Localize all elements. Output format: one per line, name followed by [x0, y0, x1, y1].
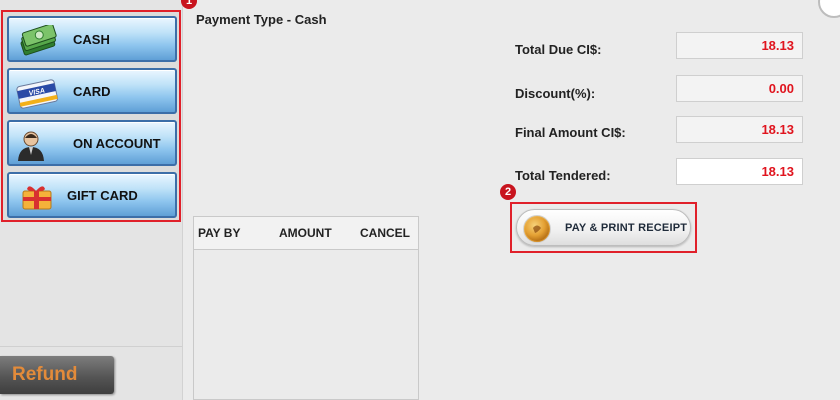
gift-card-icon — [22, 186, 52, 210]
person-icon — [18, 131, 44, 161]
discount-field[interactable]: 0.00 — [676, 75, 803, 102]
card-label: CARD — [73, 83, 111, 99]
pay-print-label: PAY & PRINT RECEIPT — [565, 221, 688, 234]
on-account-label: ON ACCOUNT — [73, 135, 161, 151]
col-amount: AMOUNT — [279, 226, 332, 240]
coin-icon — [523, 215, 551, 243]
total-tendered-field[interactable]: 18.13 — [676, 158, 803, 185]
step-badge-2: 2 — [500, 184, 516, 200]
final-amount-field: 18.13 — [676, 116, 803, 143]
payment-type-heading: Payment Type - Cash — [196, 12, 327, 27]
cash-icon — [20, 25, 57, 56]
total-tendered-label: Total Tendered: — [515, 168, 611, 183]
gift-card-button[interactable]: GIFT CARD — [7, 172, 177, 218]
credit-card-icon: VISA — [16, 79, 59, 109]
pay-print-highlight: PAY & PRINT RECEIPT — [510, 202, 697, 253]
payment-sidebar: CASH VISA CARD ON ACCOUNT GIFT CARD Refu… — [0, 0, 183, 400]
payments-table: PAY BY AMOUNT CANCEL — [193, 216, 419, 400]
discount-label: Discount(%): — [515, 86, 596, 101]
refund-button[interactable]: Refund — [0, 356, 114, 394]
corner-button[interactable] — [818, 0, 840, 18]
total-due-label: Total Due CI$: — [515, 42, 602, 57]
col-pay-by: PAY BY — [198, 226, 241, 240]
on-account-button[interactable]: ON ACCOUNT — [7, 120, 177, 166]
total-due-field: 18.13 — [676, 32, 803, 59]
col-cancel: CANCEL — [360, 226, 410, 240]
payment-methods-group: CASH VISA CARD ON ACCOUNT GIFT CARD — [1, 10, 181, 222]
cash-label: CASH — [73, 31, 110, 47]
payments-table-header: PAY BY AMOUNT CANCEL — [194, 217, 418, 250]
step-badge-1: 1 — [181, 0, 197, 9]
pay-print-receipt-button[interactable]: PAY & PRINT RECEIPT — [516, 209, 691, 246]
sidebar-divider — [0, 346, 182, 347]
cash-button[interactable]: CASH — [7, 16, 177, 62]
gift-card-label: GIFT CARD — [67, 187, 138, 203]
card-button[interactable]: VISA CARD — [7, 68, 177, 114]
final-amount-label: Final Amount CI$: — [515, 125, 626, 140]
